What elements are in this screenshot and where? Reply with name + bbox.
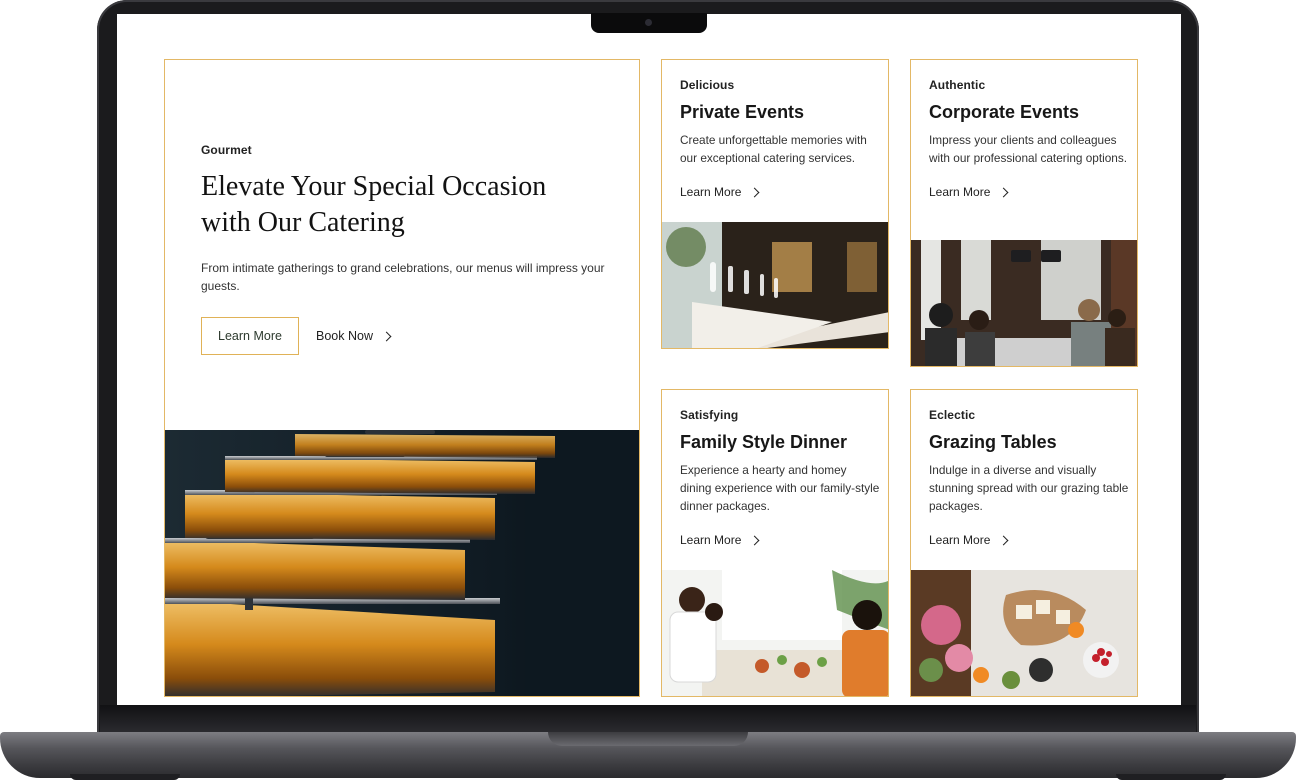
hero-text-block: Gourmet Elevate Your Special Occasion wi… bbox=[201, 143, 611, 355]
card-description: Indulge in a diverse and visually stunni… bbox=[929, 463, 1129, 513]
grazing-tables-card: Eclectic Grazing Tables Indulge in a div… bbox=[910, 389, 1138, 697]
learn-more-label: Learn More bbox=[929, 533, 991, 547]
card-description: Create unforgettable memories with our e… bbox=[680, 133, 867, 165]
card-title: Private Events bbox=[680, 102, 805, 122]
hero-actions: Learn More Book Now bbox=[201, 317, 611, 355]
card-title: Family Style Dinner bbox=[680, 432, 848, 452]
webcam-icon bbox=[645, 19, 652, 26]
learn-more-link[interactable]: Learn More bbox=[680, 185, 880, 199]
chevron-right-icon bbox=[749, 535, 760, 545]
family-style-dinner-card: Satisfying Family Style Dinner Experienc… bbox=[661, 389, 889, 697]
book-now-button[interactable]: Book Now bbox=[316, 329, 392, 343]
banquet-table-image bbox=[662, 222, 888, 348]
chafing-dishes-image bbox=[165, 430, 639, 696]
learn-more-label: Learn More bbox=[680, 185, 742, 199]
card-title: Grazing Tables bbox=[929, 432, 1057, 452]
hero-title-line1: Elevate Your Special Occasion bbox=[201, 171, 547, 202]
learn-more-button[interactable]: Learn More bbox=[201, 317, 299, 355]
card-title: Corporate Events bbox=[929, 102, 1080, 122]
hero-description: From intimate gatherings to grand celebr… bbox=[201, 261, 605, 293]
learn-more-label: Learn More bbox=[929, 185, 991, 199]
card-eyebrow: Eclectic bbox=[929, 408, 976, 422]
chevron-right-icon bbox=[998, 535, 1009, 545]
learn-more-label: Learn More bbox=[680, 533, 742, 547]
laptop-foot-left bbox=[70, 774, 180, 780]
learn-more-link[interactable]: Learn More bbox=[680, 533, 880, 547]
chevron-right-icon bbox=[381, 331, 392, 341]
card-description: Impress your clients and colleagues with… bbox=[929, 133, 1128, 165]
hero-title-line2: with Our Catering bbox=[201, 207, 405, 238]
learn-more-link[interactable]: Learn More bbox=[929, 185, 1129, 199]
corporate-events-card: Authentic Corporate Events Impress your … bbox=[910, 59, 1138, 367]
card-eyebrow: Delicious bbox=[680, 78, 735, 92]
hero-eyebrow: Gourmet bbox=[201, 143, 252, 157]
chevron-right-icon bbox=[749, 187, 760, 197]
office-meeting-image bbox=[911, 240, 1137, 366]
grazing-board-image bbox=[911, 570, 1137, 696]
hero-card: Gourmet Elevate Your Special Occasion wi… bbox=[164, 59, 640, 697]
screen-bottom-bezel bbox=[100, 705, 1196, 732]
learn-more-link[interactable]: Learn More bbox=[929, 533, 1129, 547]
family-dinner-image bbox=[662, 570, 888, 696]
card-description: Experience a hearty and homey dining exp… bbox=[680, 463, 880, 513]
laptop-screen: Gourmet Elevate Your Special Occasion wi… bbox=[117, 14, 1181, 705]
private-events-card: Delicious Private Events Create unforget… bbox=[661, 59, 889, 349]
hero-title: Elevate Your Special Occasion with Our C… bbox=[201, 169, 611, 241]
chevron-right-icon bbox=[998, 187, 1009, 197]
book-now-label: Book Now bbox=[316, 329, 373, 343]
trackpad-notch bbox=[548, 732, 748, 746]
laptop-foot-right bbox=[1116, 774, 1226, 780]
card-eyebrow: Authentic bbox=[929, 78, 986, 92]
card-eyebrow: Satisfying bbox=[680, 408, 739, 422]
